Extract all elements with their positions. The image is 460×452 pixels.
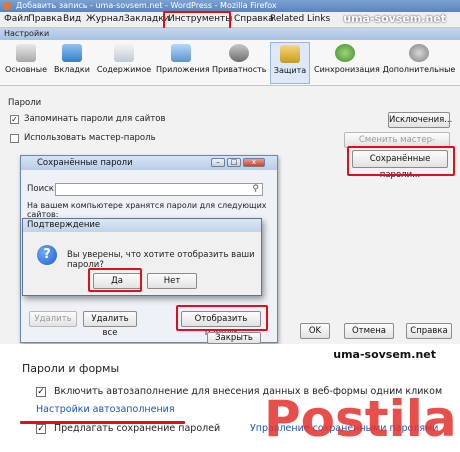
- search-label: Поиск:: [27, 184, 57, 194]
- tab-label: Дополнительные: [382, 65, 456, 74]
- tab-applications[interactable]: Приложения: [156, 42, 210, 84]
- firefox-icon: [3, 2, 11, 10]
- tab-label: Защита: [273, 66, 307, 75]
- autofill-checkbox[interactable]: ✓: [36, 387, 46, 397]
- watermark-bottom: uma-sovsem.net: [333, 348, 436, 361]
- highlight-yes-button: [88, 268, 142, 292]
- saved-sites-info: На вашем компьютере хранятся пароли для …: [27, 201, 267, 219]
- sync-icon: [335, 44, 355, 62]
- confirmation-dialog: Подтверждение ? Вы уверены, что хотите о…: [22, 218, 262, 296]
- passwords-section-title: Пароли: [8, 98, 42, 108]
- postila-logo: Postila.ru: [264, 390, 456, 448]
- delete-all-button[interactable]: Удалить все: [83, 311, 137, 338]
- tab-advanced[interactable]: Дополнительные: [382, 42, 456, 84]
- close-icon[interactable]: x: [243, 158, 265, 167]
- window-titlebar: Добавить запись - uma-sovsem.net - WordP…: [0, 0, 460, 12]
- close-dialog-button[interactable]: Закрыть: [207, 332, 261, 344]
- passwords-forms-section: uma-sovsem.net Пароли и формы ✓ Включить…: [0, 344, 460, 452]
- menu-view[interactable]: Вид: [63, 14, 81, 24]
- tab-sync[interactable]: Синхронизация: [314, 42, 380, 84]
- watermark-top: uma-sovsem.net: [343, 12, 446, 25]
- applications-icon: [171, 44, 191, 62]
- offer-save-passwords-label: Предлагать сохранение паролей: [54, 423, 221, 434]
- saved-dialog-title: Сохранённые пароли: [37, 158, 133, 168]
- tab-privacy[interactable]: Приватность: [212, 42, 266, 84]
- content-icon: [114, 44, 134, 62]
- gear-icon: [409, 44, 429, 62]
- tab-tabs[interactable]: Вкладки: [52, 42, 92, 84]
- highlight-show-passwords: [176, 305, 268, 331]
- tab-label: Приложения: [156, 65, 210, 74]
- passwords-forms-title: Пароли и формы: [22, 362, 120, 375]
- menu-edit[interactable]: Правка: [28, 14, 62, 24]
- tab-content[interactable]: Содержимое: [96, 42, 152, 84]
- master-password-checkbox[interactable]: [10, 134, 19, 143]
- prefs-toolbar: Основные Вкладки Содержимое Приложения П…: [0, 40, 460, 86]
- tab-general[interactable]: Основные: [4, 42, 48, 84]
- tab-security[interactable]: Защита: [270, 42, 310, 84]
- confirm-title: Подтверждение: [23, 219, 261, 232]
- tabs-icon: [62, 44, 82, 62]
- tab-label: Вкладки: [54, 65, 90, 74]
- exceptions-button[interactable]: Исключения...: [388, 112, 452, 128]
- tab-label: Приватность: [212, 65, 267, 74]
- remember-passwords-checkbox[interactable]: ✓: [10, 115, 19, 124]
- tab-label: Синхронизация: [314, 65, 380, 74]
- tab-label: Содержимое: [96, 65, 152, 74]
- minimize-icon[interactable]: –: [211, 158, 225, 167]
- remember-passwords-label: Запоминать пароли для сайтов: [24, 114, 166, 124]
- maximize-icon[interactable]: □: [227, 158, 241, 167]
- menu-file[interactable]: Файл: [4, 14, 29, 24]
- search-input[interactable]: ⚲: [55, 183, 263, 196]
- prefs-title: Настройки: [0, 28, 460, 40]
- lock-icon: [280, 45, 300, 63]
- help-button[interactable]: Справка: [406, 323, 452, 339]
- mask-icon: [229, 44, 249, 62]
- master-password-label: Использовать мастер-пароль: [24, 133, 156, 143]
- menu-history[interactable]: Журнал: [86, 14, 124, 24]
- no-button[interactable]: Нет: [147, 273, 197, 289]
- logo-text: Postila.ru: [264, 390, 456, 448]
- menu-help[interactable]: Справка: [234, 14, 274, 24]
- delete-button[interactable]: Удалить: [29, 311, 77, 327]
- search-icon: ⚲: [252, 184, 259, 194]
- question-icon: ?: [37, 245, 57, 265]
- cancel-button[interactable]: Отмена: [344, 323, 394, 339]
- switch-icon: [16, 44, 36, 62]
- ok-button[interactable]: OK: [300, 323, 330, 339]
- autofill-settings-link[interactable]: Настройки автозаполнения: [36, 404, 175, 415]
- tab-label: Основные: [4, 65, 47, 74]
- highlight-saved-passwords: [347, 146, 455, 176]
- offer-save-passwords-checkbox[interactable]: ✓: [36, 424, 46, 434]
- firefox-screenshot: Добавить запись - uma-sovsem.net - WordP…: [0, 0, 460, 344]
- confirm-question: Вы уверены, что хотите отобразить ваши п…: [67, 250, 255, 270]
- window-title: Добавить запись - uma-sovsem.net - WordP…: [16, 1, 277, 10]
- menu-related-links[interactable]: Related Links: [270, 14, 330, 24]
